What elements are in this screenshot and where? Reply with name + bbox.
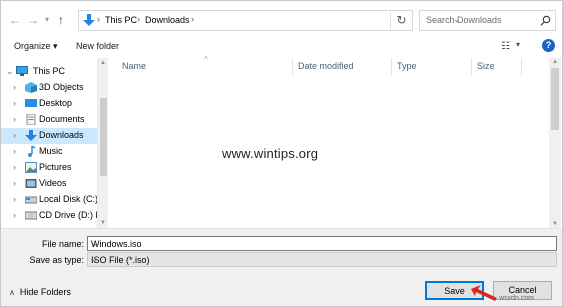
chevron-down-icon[interactable]: ⌄	[91, 239, 553, 248]
cd-drive-icon	[25, 211, 37, 220]
new-folder-button[interactable]: New folder	[76, 41, 119, 51]
nav-item-pictures[interactable]: › Pictures	[1, 160, 97, 176]
address-field[interactable]: › This PC › Downloads › ⌄ ↻	[78, 10, 461, 31]
column-header-date-modified[interactable]: Date modified	[298, 61, 354, 71]
scroll-down-icon[interactable]: ▼	[100, 220, 106, 226]
column-divider	[391, 58, 392, 76]
nav-item-cd-drive[interactable]: › CD Drive (D:) ESI	[1, 208, 108, 224]
sort-ascending-icon: ^	[204, 55, 208, 64]
pc-icon	[16, 66, 28, 76]
breadcrumb-downloads[interactable]: Downloads	[145, 15, 190, 25]
desktop-icon	[25, 99, 37, 107]
refresh-icon[interactable]: ↻	[390, 11, 412, 30]
cube-icon	[25, 82, 37, 93]
scroll-up-icon[interactable]: ▲	[552, 59, 558, 65]
disk-icon	[25, 196, 37, 204]
nav-item-this-pc[interactable]: ⌄ This PC	[1, 64, 97, 80]
chevron-right-icon[interactable]: ›	[13, 82, 16, 92]
navigation-pane: ⌄ This PC › 3D Objects › Desktop › Docum…	[1, 58, 108, 228]
chevron-right-icon[interactable]: ›	[13, 178, 16, 188]
breadcrumb-separator-icon: ›	[191, 14, 194, 24]
scroll-down-icon[interactable]: ▼	[552, 221, 558, 227]
chevron-up-icon: ∧	[9, 288, 15, 297]
organize-menu[interactable]: Organize ▾	[14, 41, 58, 52]
pictures-icon	[25, 162, 37, 173]
chevron-down-icon: ▾	[53, 41, 58, 51]
address-bar-row: ← → ▾ ↑ › This PC › Downloads › ⌄ ↻ Sear…	[1, 1, 562, 37]
videos-icon	[25, 179, 37, 188]
column-header-type[interactable]: Type	[397, 61, 417, 71]
column-header-size[interactable]: Size	[477, 61, 495, 71]
chevron-right-icon[interactable]: ›	[13, 130, 16, 140]
chevron-down-icon[interactable]: ⌄	[6, 66, 14, 77]
forward-icon[interactable]: →	[27, 12, 39, 28]
documents-icon	[26, 114, 36, 125]
navigation-scrollbar[interactable]: ▲ ▼	[97, 58, 108, 228]
column-divider	[292, 58, 293, 76]
chevron-right-icon[interactable]: ›	[13, 162, 16, 172]
save-as-type-label: Save as type:	[29, 255, 84, 265]
chevron-right-icon[interactable]: ›	[13, 98, 16, 108]
download-icon	[25, 130, 37, 141]
nav-item-local-disk[interactable]: › Local Disk (C:)	[1, 192, 98, 208]
back-icon[interactable]: ←	[9, 12, 21, 28]
command-bar: Organize ▾ New folder ☷ ▾ ?	[1, 37, 562, 57]
red-pointer-arrow-icon	[471, 285, 497, 301]
download-icon	[83, 14, 95, 26]
nav-item-desktop[interactable]: › Desktop	[1, 96, 97, 112]
chevron-down-icon[interactable]: ⌄	[91, 255, 553, 264]
nav-item-videos[interactable]: › Videos	[1, 176, 97, 192]
breadcrumb-this-pc[interactable]: This PC	[105, 15, 137, 25]
column-header-name[interactable]: Name	[122, 61, 146, 71]
view-options-icon[interactable]: ☷	[501, 41, 510, 52]
help-icon[interactable]: ?	[542, 39, 555, 52]
file-name-label: File name:	[41, 239, 84, 249]
nav-item-downloads[interactable]: › Downloads	[1, 128, 97, 144]
brand-watermark: wsxdn.com	[499, 295, 535, 302]
scroll-up-icon[interactable]: ▲	[100, 60, 106, 66]
hide-folders-button[interactable]: ∧ Hide Folders	[9, 287, 71, 297]
search-placeholder: Search Downloads	[426, 15, 502, 25]
up-icon[interactable]: ↑	[58, 12, 64, 28]
view-dropdown-icon[interactable]: ▾	[516, 40, 520, 49]
save-as-type-select[interactable]: ISO File (*.iso) ⌄	[87, 252, 557, 267]
column-divider	[471, 58, 472, 76]
breadcrumb-separator-icon: ›	[137, 14, 140, 24]
nav-item-3d-objects[interactable]: › 3D Objects	[1, 80, 97, 96]
file-list-pane: Name ^ Date modified Type Size	[109, 55, 561, 228]
nav-item-music[interactable]: › Music	[1, 144, 97, 160]
chevron-right-icon[interactable]: ›	[13, 114, 16, 124]
chevron-right-icon[interactable]: ›	[13, 210, 16, 220]
recent-locations-icon[interactable]: ▾	[45, 12, 49, 28]
nav-item-documents[interactable]: › Documents	[1, 112, 97, 128]
breadcrumb-separator-icon: ›	[97, 14, 100, 24]
chevron-right-icon[interactable]: ›	[13, 194, 16, 204]
scroll-thumb[interactable]	[100, 98, 107, 176]
watermark-text: www.wintips.org	[222, 146, 319, 161]
column-divider	[521, 58, 522, 76]
chevron-right-icon[interactable]: ›	[13, 146, 16, 156]
file-list-scrollbar[interactable]: ▲ ▼	[549, 58, 561, 228]
search-box[interactable]: Search Downloads	[419, 10, 556, 31]
scroll-thumb[interactable]	[551, 68, 559, 130]
save-as-dialog: ← → ▾ ↑ › This PC › Downloads › ⌄ ↻ Sear…	[0, 0, 563, 307]
music-icon	[28, 146, 36, 157]
search-icon	[540, 15, 551, 26]
file-name-input[interactable]: Windows.iso ⌄	[87, 236, 557, 251]
